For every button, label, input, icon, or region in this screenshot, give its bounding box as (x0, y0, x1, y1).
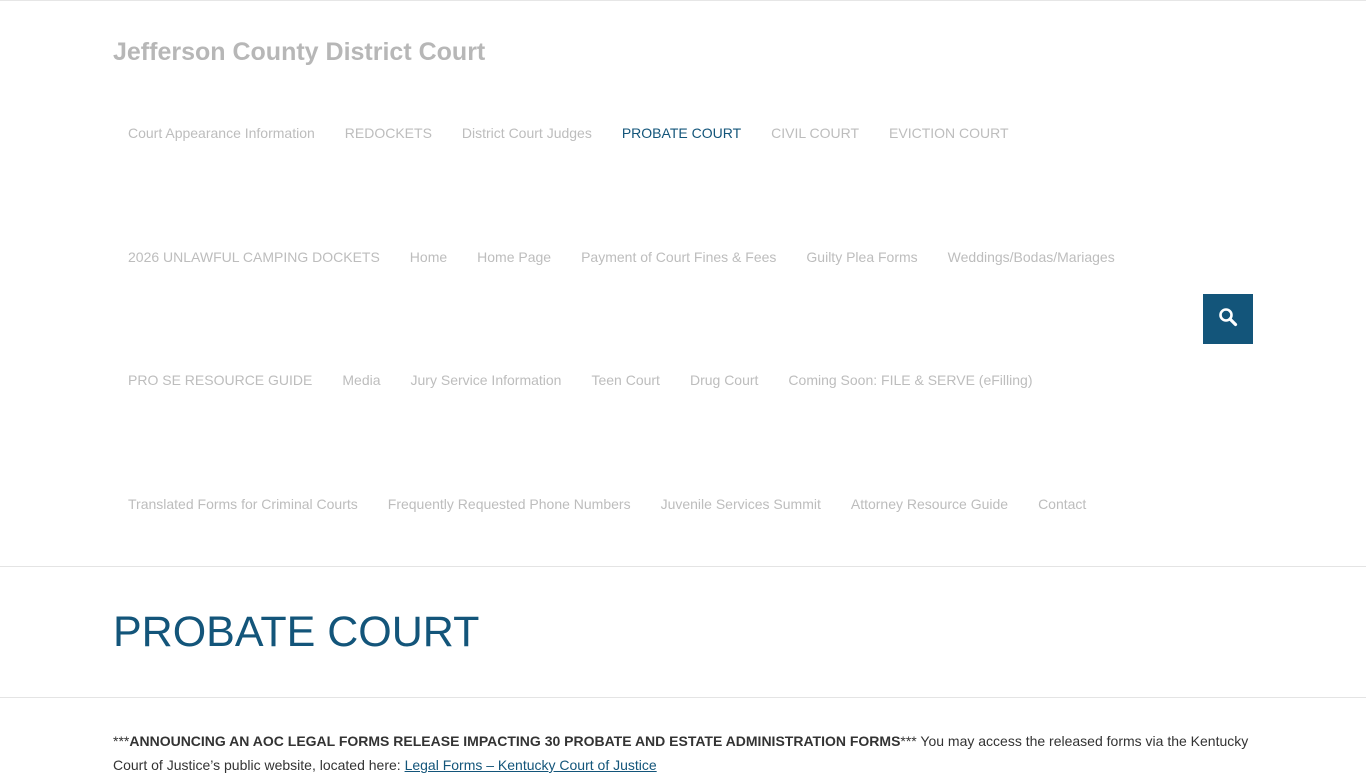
site-title[interactable]: Jefferson County District Court (113, 38, 485, 67)
nav-item-juvenile-services-summit[interactable]: Juvenile Services Summit (646, 494, 836, 514)
page-content: ***ANNOUNCING AN AOC LEGAL FORMS RELEASE… (113, 729, 1253, 777)
nav-item-drug-court[interactable]: Drug Court (675, 370, 773, 390)
nav-item-home-page[interactable]: Home Page (462, 247, 566, 267)
nav-item-guilty-plea-forms[interactable]: Guilty Plea Forms (791, 247, 932, 267)
announcement-prefix: *** (113, 733, 130, 749)
nav-item-translated-forms[interactable]: Translated Forms for Criminal Courts (113, 494, 373, 514)
nav-item-contact[interactable]: Contact (1023, 494, 1101, 514)
nav-row-2: 2026 UNLAWFUL CAMPING DOCKETS Home Home Pa… (113, 247, 1130, 267)
nav-row-3: PRO SE RESOURCE GUIDE Media Jury Service I… (113, 370, 1048, 390)
nav-item-eviction-court[interactable]: EVICTION COURT (874, 123, 1024, 143)
page-title: PROBATE COURT (113, 608, 480, 656)
nav-item-court-appearance-information[interactable]: Court Appearance Information (113, 123, 330, 143)
announcement-heading: ANNOUNCING AN AOC LEGAL FORMS RELEASE IM… (129, 733, 901, 749)
nav-item-redockets[interactable]: REDOCKETS (330, 123, 447, 143)
nav-row-1: Court Appearance Information REDOCKETS Dis… (113, 123, 1024, 143)
nav-row-4: Translated Forms for Criminal Courts Freq… (113, 494, 1101, 514)
nav-item-weddings[interactable]: Weddings/Bodas/Mariages (933, 247, 1130, 267)
top-divider (0, 0, 1366, 1)
nav-item-payment-of-court-fines[interactable]: Payment of Court Fines & Fees (566, 247, 791, 267)
nav-item-probate-court[interactable]: PROBATE COURT (607, 123, 756, 143)
header-divider (0, 566, 1366, 567)
nav-item-civil-court[interactable]: CIVIL COURT (756, 123, 874, 143)
nav-item-jury-service-information[interactable]: Jury Service Information (396, 370, 577, 390)
legal-forms-link[interactable]: Legal Forms – Kentucky Court of Justice (405, 757, 657, 773)
nav-item-attorney-resource-guide[interactable]: Attorney Resource Guide (836, 494, 1023, 514)
nav-item-district-court-judges[interactable]: District Court Judges (447, 123, 607, 143)
title-divider (0, 697, 1366, 698)
search-icon (1218, 307, 1238, 332)
nav-item-pro-se-resource-guide[interactable]: PRO SE RESOURCE GUIDE (113, 370, 327, 390)
nav-item-unlawful-camping-dockets[interactable]: 2026 UNLAWFUL CAMPING DOCKETS (113, 247, 395, 267)
nav-item-home[interactable]: Home (395, 247, 462, 267)
nav-item-teen-court[interactable]: Teen Court (576, 370, 674, 390)
nav-item-file-and-serve[interactable]: Coming Soon: FILE & SERVE (eFilling) (773, 370, 1047, 390)
search-button[interactable] (1203, 294, 1253, 344)
nav-item-media[interactable]: Media (327, 370, 395, 390)
nav-item-phone-numbers[interactable]: Frequently Requested Phone Numbers (373, 494, 646, 514)
